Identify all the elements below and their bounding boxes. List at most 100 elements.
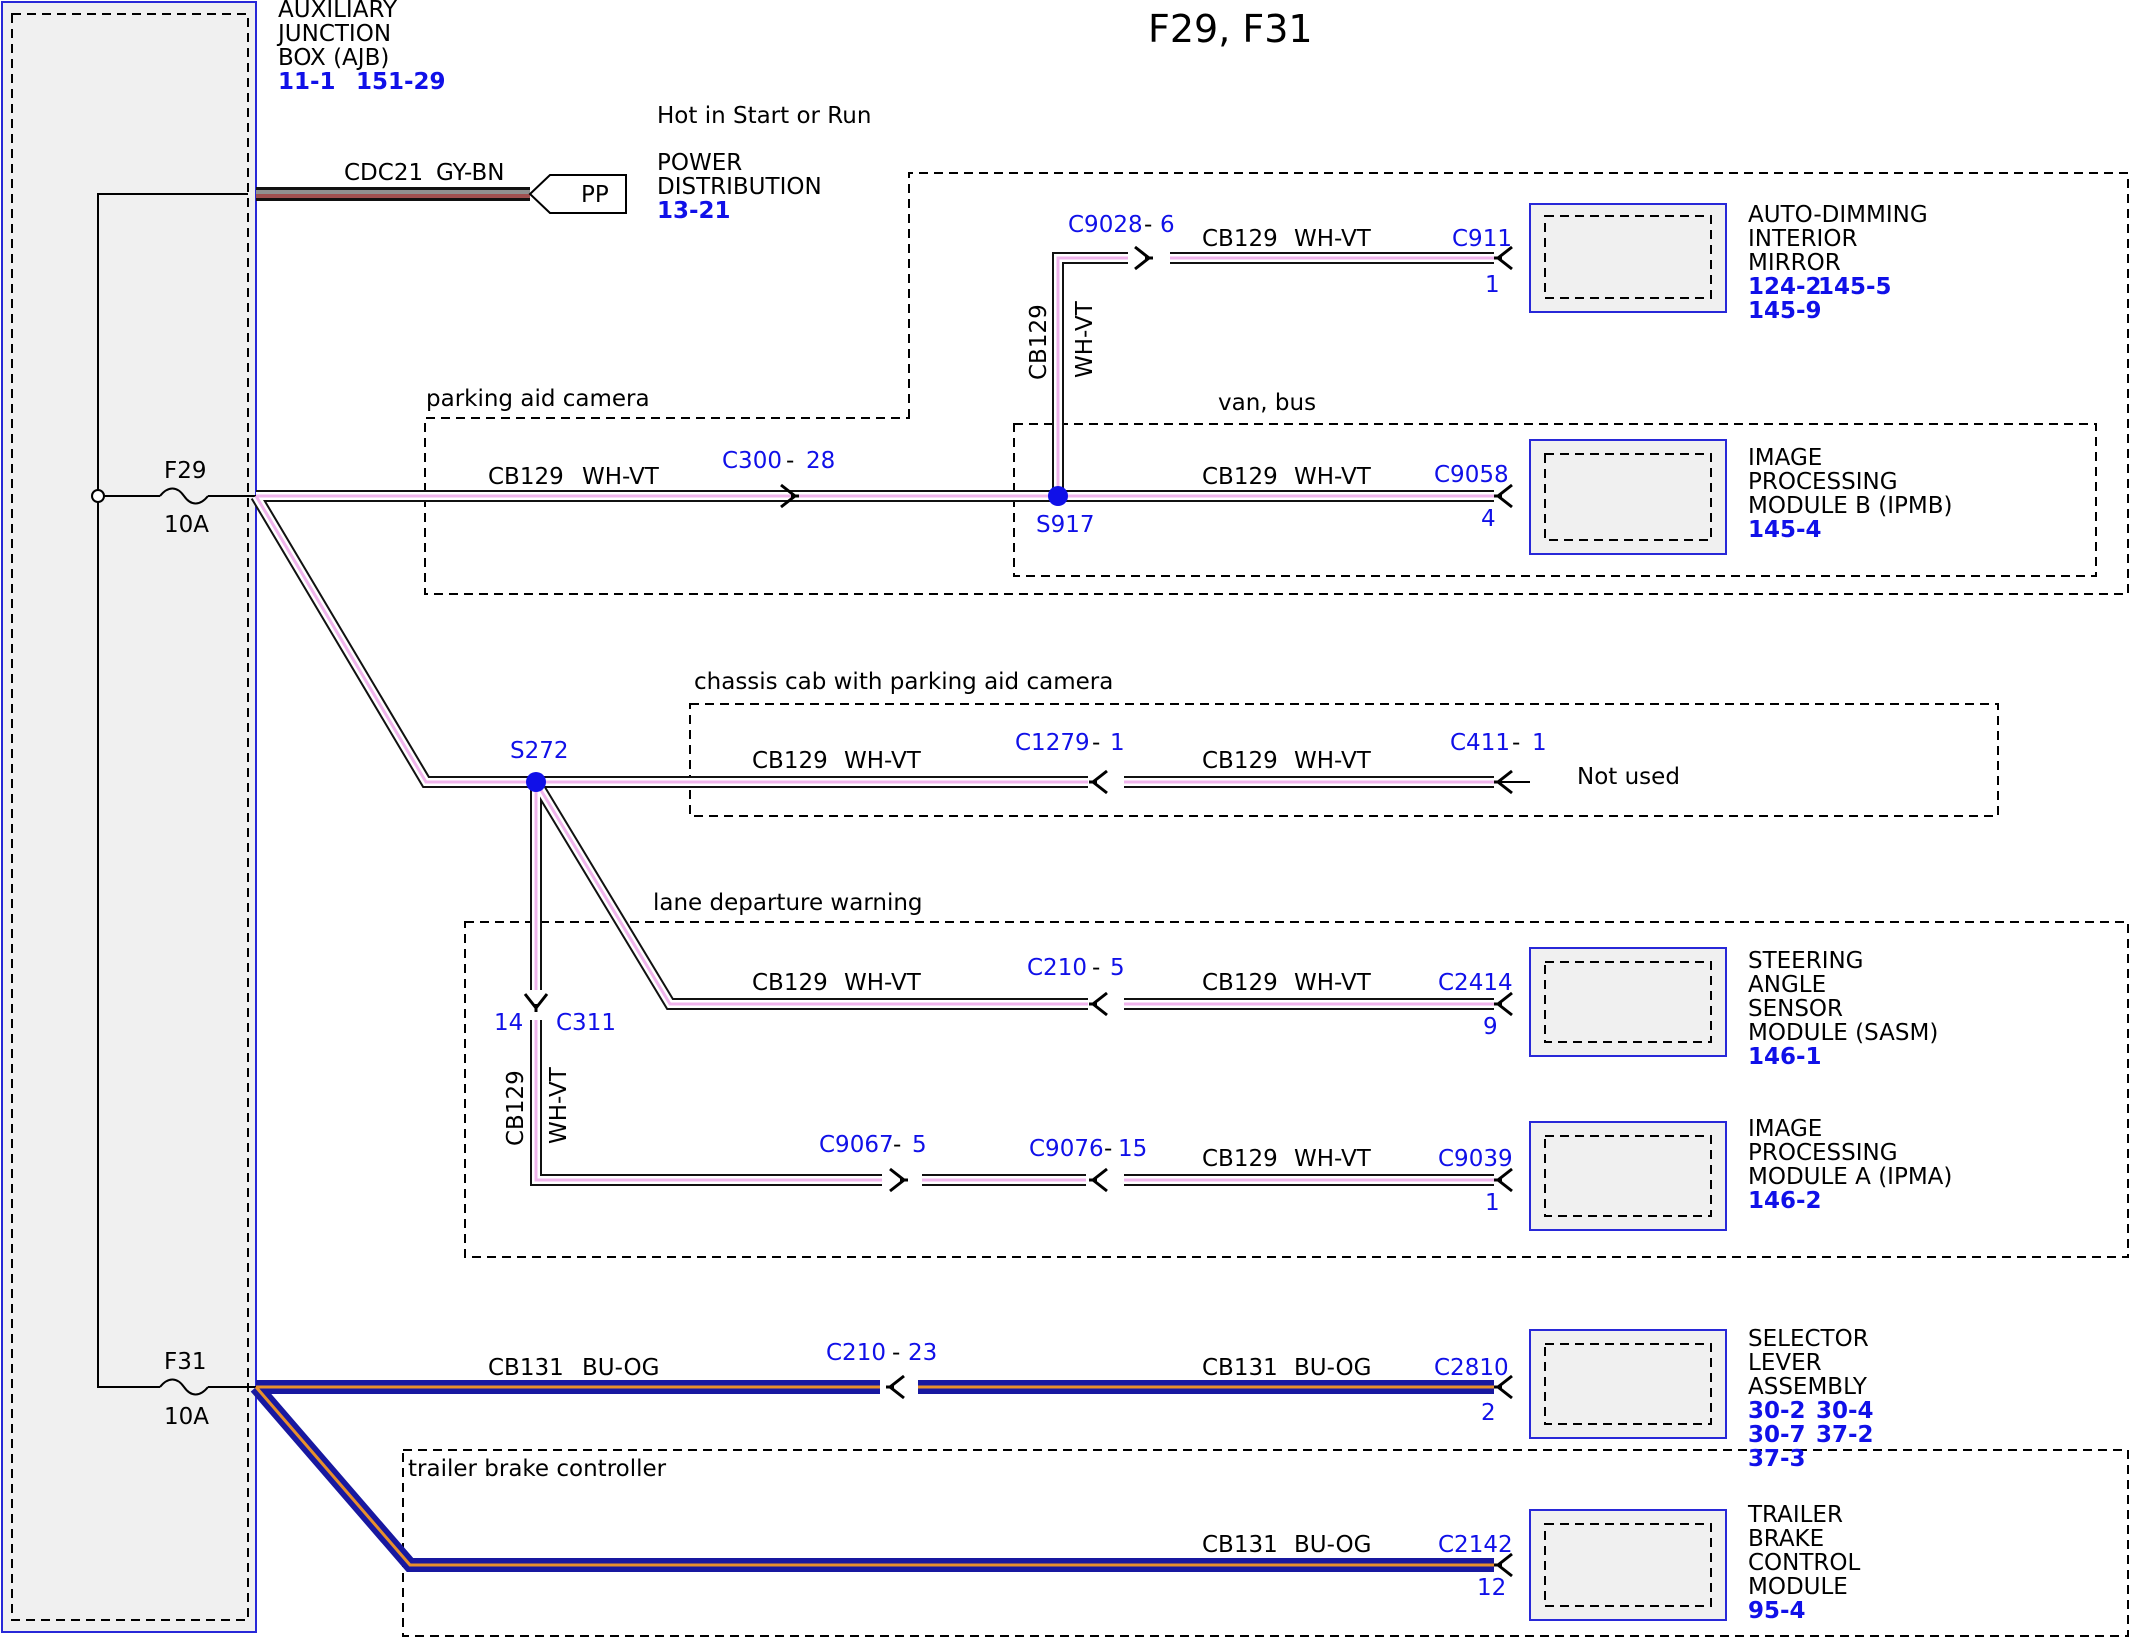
connector-c9028-name[interactable]: C9028 — [1068, 212, 1143, 238]
module-mirror-ref2[interactable]: 145-5 — [1818, 274, 1892, 300]
splice-s272[interactable] — [526, 772, 546, 792]
module-ipmb-line3: MODULE B (IPMB) — [1748, 493, 1952, 519]
module-sasm-line2: ANGLE — [1748, 972, 1826, 998]
module-ipma[interactable] — [1529, 1121, 1727, 1231]
module-selector-lever[interactable] — [1529, 1329, 1727, 1439]
module-mirror-line3: MIRROR — [1748, 250, 1841, 276]
wire-label-whvt-ipmb: WH-VT — [1294, 464, 1372, 490]
module-selector-ref2[interactable]: 30-4 — [1816, 1398, 1874, 1424]
module-sasm-line4: MODULE (SASM) — [1748, 1020, 1938, 1046]
connector-c9076-dash: - — [1104, 1136, 1112, 1162]
connector-c9039-name[interactable]: C9039 — [1438, 1146, 1513, 1172]
connector-c2142-name[interactable]: C2142 — [1438, 1532, 1513, 1558]
c311-arrow[interactable] — [523, 992, 549, 1014]
module-ipmb[interactable] — [1529, 439, 1727, 555]
connector-c210-pin5-name[interactable]: C210 — [1027, 955, 1087, 981]
module-ipma-ref1[interactable]: 146-2 — [1748, 1188, 1822, 1214]
module-selector-line3: ASSEMBLY — [1748, 1374, 1868, 1400]
connector-c300-name[interactable]: C300 — [722, 448, 782, 474]
c1279-arrow[interactable] — [1087, 769, 1109, 795]
connector-c911-name[interactable]: C911 — [1452, 226, 1512, 252]
module-selector-ref4[interactable]: 37-2 — [1816, 1422, 1874, 1448]
wire-label-cb129-sasm1: CB129 — [752, 970, 828, 996]
splice-s917[interactable] — [1048, 486, 1068, 506]
connector-c2142-pin: 12 — [1477, 1575, 1506, 1601]
c210-pin23-arrow[interactable] — [884, 1374, 906, 1400]
connector-c411-dash: - — [1512, 730, 1520, 756]
module-sasm-ref1[interactable]: 146-1 — [1748, 1044, 1822, 1070]
fuse-f29-rating: 10A — [164, 512, 209, 538]
wire-label-whvt-main: WH-VT — [582, 464, 660, 490]
wire-label-whvt-chassis2: WH-VT — [1294, 748, 1372, 774]
module-selector-ref5[interactable]: 37-3 — [1748, 1446, 1806, 1472]
c9067-arrow[interactable] — [888, 1167, 910, 1193]
module-selector-line2: LEVER — [1748, 1350, 1822, 1376]
module-selector-ref1[interactable]: 30-2 — [1748, 1398, 1806, 1424]
module-sasm[interactable] — [1529, 947, 1727, 1057]
module-mirror-ref3[interactable]: 145-9 — [1748, 298, 1822, 324]
wire-label-cb129-chassis1: CB129 — [752, 748, 828, 774]
ajb-name-line3: BOX (AJB) — [278, 45, 389, 71]
pp-connector-label: PP — [581, 182, 609, 208]
connector-c1279-name[interactable]: C1279 — [1015, 730, 1090, 756]
module-ipmb-line2: PROCESSING — [1748, 469, 1898, 495]
wire-label-whvt-vertical: WH-VT — [1072, 300, 1098, 378]
module-mirror-line1: AUTO-DIMMING — [1748, 202, 1928, 228]
connector-c210-pin23-name[interactable]: C210 — [826, 1340, 886, 1366]
c9028-arrow[interactable] — [1133, 245, 1155, 271]
diagram-title: F29, F31 — [1148, 7, 1313, 51]
wire-label-buog-selector1: BU-OG — [582, 1355, 659, 1381]
connector-c411-pin: 1 — [1532, 730, 1547, 756]
power-dist-line2: DISTRIBUTION — [657, 174, 822, 200]
wire-label-whvt-sasm2: WH-VT — [1294, 970, 1372, 996]
ajb-ref-11-1[interactable]: 11-1 — [278, 69, 336, 95]
power-dist-ref[interactable]: 13-21 — [657, 198, 731, 224]
c9058-arrow[interactable] — [1492, 483, 1514, 509]
connector-c2810-name[interactable]: C2810 — [1434, 1355, 1509, 1381]
c210-pin5-arrow[interactable] — [1087, 991, 1109, 1017]
connector-c311-name[interactable]: C311 — [556, 1010, 616, 1036]
wire-label-cb131-trailer: CB131 — [1202, 1532, 1278, 1558]
module-mirror-ref1[interactable]: 124-2 — [1748, 274, 1822, 300]
module-trailer-line3: CONTROL — [1748, 1550, 1861, 1576]
wire-cdc21-gy-bn[interactable] — [256, 187, 530, 201]
ajb-name-line1: AUXILIARY — [278, 0, 398, 23]
c2414-arrow[interactable] — [1492, 991, 1514, 1017]
c9039-arrow[interactable] — [1492, 1167, 1514, 1193]
wire-cdc21-color: GY-BN — [436, 160, 504, 186]
connector-c210-pin23-pin: 23 — [908, 1340, 937, 1366]
connector-c2414-name[interactable]: C2414 — [1438, 970, 1513, 996]
fuse-f31-name: F31 — [164, 1349, 207, 1375]
ajb-ref-151-29[interactable]: 151-29 — [356, 69, 446, 95]
module-auto-dimming-mirror[interactable] — [1529, 203, 1727, 313]
connector-c9067-dash: - — [893, 1132, 901, 1158]
connector-c9067-name[interactable]: C9067 — [819, 1132, 894, 1158]
module-trailer-brake[interactable] — [1529, 1509, 1727, 1621]
splice-s272-label: S272 — [510, 738, 569, 764]
wiring-diagram: F29, F31 AUXILIARY JUNCTION BOX (AJB) 11… — [1, 0, 2129, 1637]
wire-label-buog-selector2: BU-OG — [1294, 1355, 1371, 1381]
wire-label-whvt-chassis1: WH-VT — [844, 748, 922, 774]
pp-connector-flag[interactable] — [528, 174, 627, 214]
connector-c2414-pin: 9 — [1483, 1014, 1498, 1040]
connector-c210-pin5-pin: 5 — [1110, 955, 1125, 981]
zone-van-bus-label: van, bus — [1218, 390, 1316, 416]
module-trailer-line4: MODULE — [1748, 1574, 1848, 1600]
wire-label-cb129-main: CB129 — [488, 464, 564, 490]
connector-c311-pin: 14 — [494, 1010, 523, 1036]
module-ipmb-ref1[interactable]: 145-4 — [1748, 517, 1822, 543]
c9076-arrow[interactable] — [1087, 1167, 1109, 1193]
module-trailer-line1: TRAILER — [1747, 1502, 1843, 1528]
connector-c9076-name[interactable]: C9076 — [1029, 1136, 1104, 1162]
wire-label-whvt-sasm1: WH-VT — [844, 970, 922, 996]
wire-label-cb129-c311-vertical: CB129 — [503, 1070, 529, 1146]
module-mirror-line2: INTERIOR — [1748, 226, 1857, 252]
connector-c411-name[interactable]: C411 — [1450, 730, 1510, 756]
wire-label-buog-trailer: BU-OG — [1294, 1532, 1371, 1558]
connector-c9039-pin: 1 — [1485, 1190, 1500, 1216]
module-selector-ref3[interactable]: 30-7 — [1748, 1422, 1806, 1448]
connector-c9058-name[interactable]: C9058 — [1434, 462, 1509, 488]
wire-label-cb129-ipmb: CB129 — [1202, 464, 1278, 490]
module-trailer-ref1[interactable]: 95-4 — [1748, 1598, 1806, 1624]
wire-cdc21-circuit: CDC21 — [344, 160, 423, 186]
